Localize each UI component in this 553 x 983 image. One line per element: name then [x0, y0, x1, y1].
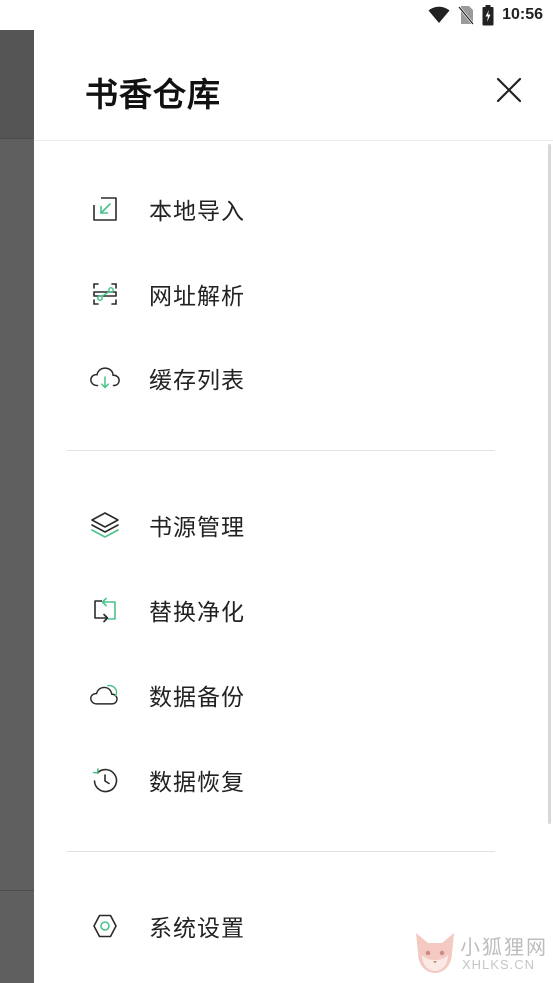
dimmed-app-toolbar	[0, 30, 34, 138]
menu-item-local-import[interactable]: 本地导入	[34, 174, 553, 244]
drawer-header: 书香仓库	[34, 30, 553, 140]
menu-label: 系统设置	[149, 916, 245, 942]
watermark: 小狐狸网 XHLKS.CN	[410, 925, 550, 981]
drawer-title: 书香仓库	[85, 75, 221, 114]
menu-label: 书源管理	[149, 515, 245, 541]
cloud-download-icon	[89, 362, 121, 394]
close-button[interactable]	[491, 72, 527, 108]
layers-icon	[89, 509, 121, 541]
status-time: 10:56	[502, 6, 543, 23]
status-icons: 10:56	[428, 4, 543, 26]
watermark-domain: XHLKS.CN	[462, 957, 536, 972]
link-parse-icon	[89, 278, 121, 310]
menu-label: 本地导入	[149, 199, 245, 225]
fox-logo-icon	[416, 933, 454, 973]
menu-label: 数据恢复	[149, 770, 245, 796]
menu-label: 数据备份	[149, 685, 245, 711]
menu-label: 缓存列表	[149, 368, 245, 394]
import-icon	[89, 193, 121, 225]
battery-charging-icon	[482, 4, 494, 25]
dimmed-divider	[0, 890, 34, 891]
menu-item-source-manage[interactable]: 书源管理	[34, 490, 553, 560]
status-bar: 10:56	[0, 0, 553, 30]
menu-item-data-backup[interactable]: 数据备份	[34, 660, 553, 730]
wifi-icon	[428, 6, 450, 23]
section-divider	[67, 450, 495, 451]
menu-item-url-parse[interactable]: 网址解析	[34, 259, 553, 329]
menu-label: 替换净化	[149, 600, 245, 626]
replace-icon	[89, 594, 121, 626]
menu-item-cache-list[interactable]: 缓存列表	[34, 343, 553, 413]
dimmed-divider	[0, 138, 34, 139]
watermark-text: 小狐狸网	[460, 935, 548, 959]
no-sim-icon	[458, 6, 475, 25]
dimmed-app-content[interactable]	[0, 30, 34, 983]
section-divider	[67, 851, 495, 852]
restore-icon	[89, 764, 121, 796]
cloud-backup-icon	[89, 679, 121, 711]
close-icon	[496, 77, 522, 103]
header-divider	[34, 140, 553, 141]
navigation-drawer: 书香仓库 本地导入 网址解析 缓存列表 书源管理 替换净化 数据备份 数据恢复 …	[34, 30, 553, 983]
settings-icon	[89, 910, 121, 942]
menu-item-data-restore[interactable]: 数据恢复	[34, 745, 553, 815]
menu-label: 网址解析	[149, 284, 245, 310]
menu-item-replace-clean[interactable]: 替换净化	[34, 575, 553, 645]
